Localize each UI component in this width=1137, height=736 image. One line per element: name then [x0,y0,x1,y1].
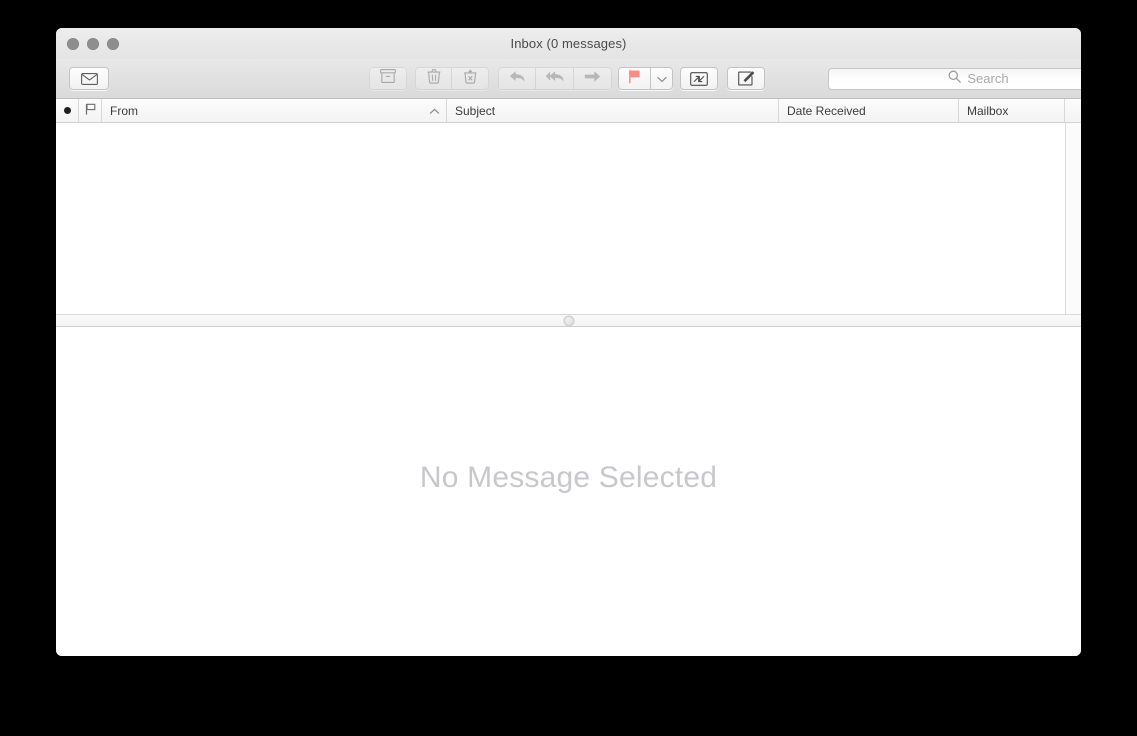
splitter-grip-handle[interactable] [563,315,574,326]
reply-arrow-icon [509,69,526,88]
search-input[interactable]: Search [828,67,1081,90]
flag-column-icon [85,103,96,118]
column-header-flag[interactable] [79,99,102,122]
move-arrows-icon [690,71,708,86]
search-placeholder: Search [967,71,1009,86]
message-preview-pane: No Message Selected [56,327,1081,656]
delete-junk-button-group[interactable] [415,67,489,90]
message-list[interactable] [56,123,1081,314]
message-list-scrollbar[interactable] [1065,123,1081,314]
compose-button[interactable] [727,67,765,90]
window-titlebar[interactable]: Inbox (0 messages) [56,28,1081,59]
reply-all-button[interactable] [536,67,574,90]
move-button[interactable] [680,67,718,90]
flag-button[interactable] [618,67,651,90]
column-header-unread[interactable] [56,99,79,122]
zoom-button[interactable] [107,37,119,50]
close-button[interactable] [67,37,79,50]
flag-button-group[interactable] [618,67,673,90]
reply-button-group[interactable] [498,67,612,90]
column-header-subject[interactable]: Subject [447,99,779,122]
window-title: Inbox (0 messages) [510,36,627,51]
search-icon [948,70,962,88]
column-header-subject-label: Subject [455,103,496,118]
message-list-rows[interactable] [56,123,1065,314]
reply-all-arrow-icon [545,69,565,88]
junk-trash-icon [463,69,478,89]
message-list-column-headers: From Subject Date Received Mailbox [56,99,1081,123]
flag-menu-button[interactable] [651,67,673,90]
archive-box-icon [380,69,396,88]
delete-button[interactable] [415,67,452,90]
archive-button-group[interactable] [369,67,407,90]
trash-icon [427,68,441,89]
desktop-background: Inbox (0 messages) Search From Subject D… [0,0,1137,736]
chevron-down-icon [656,70,667,88]
minimize-button[interactable] [87,37,99,50]
mailboxes-button[interactable] [69,67,109,90]
envelope-icon [80,72,98,85]
forward-arrow-icon [584,70,601,88]
column-header-filler [1065,99,1081,122]
mail-window: Inbox (0 messages) Search From Subject D… [56,28,1081,656]
reply-button[interactable] [498,67,536,90]
column-header-mailbox-label: Mailbox [967,103,1009,118]
column-header-mailbox[interactable]: Mailbox [959,99,1065,122]
compose-pencil-icon [737,71,755,86]
toolbar: Search [56,59,1081,99]
junk-button[interactable] [452,67,489,90]
chevron-up-icon [429,104,440,118]
forward-button[interactable] [574,67,612,90]
column-header-from-label: From [110,103,138,118]
no-message-selected-text: No Message Selected [419,460,718,494]
column-header-date-received[interactable]: Date Received [779,99,959,122]
archive-button[interactable] [369,67,407,90]
pane-splitter[interactable] [56,314,1081,327]
flag-icon [628,69,641,89]
unread-dot-icon [63,107,71,114]
traffic-light-group [67,28,119,59]
column-header-from[interactable]: From [102,99,447,122]
column-header-date-label: Date Received [787,103,866,118]
